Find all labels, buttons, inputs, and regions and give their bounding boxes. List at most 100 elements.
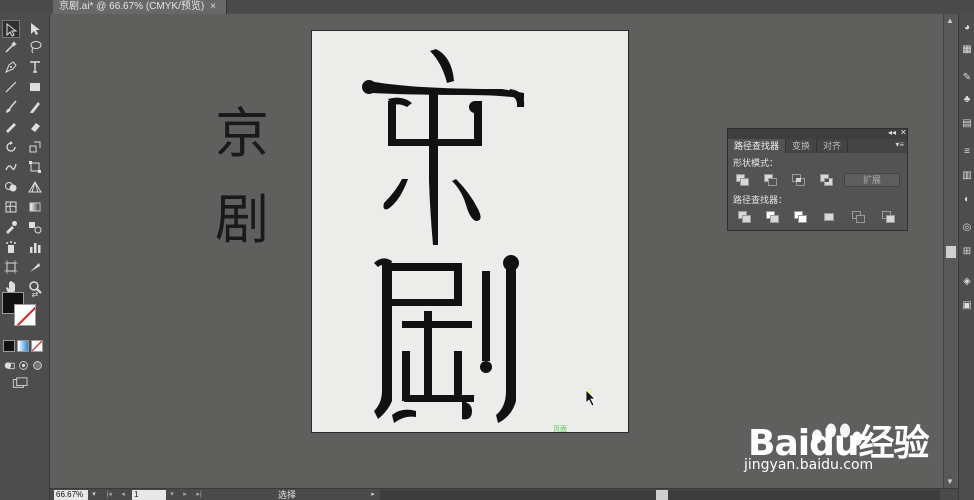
divide-button-icon[interactable]	[738, 211, 752, 223]
mesh-tool-icon[interactable]	[2, 198, 20, 216]
first-artboard-icon[interactable]: |◂	[104, 489, 114, 500]
shape-modes-label: 形状模式：	[733, 158, 779, 168]
magic-wand-tool-icon[interactable]	[2, 38, 20, 56]
tab-align[interactable]: 对齐	[817, 139, 849, 153]
pathfinders-label: 路径查找器：	[733, 195, 788, 205]
zoom-level-field[interactable]: 66.67%	[54, 490, 88, 500]
pen-tool-icon[interactable]	[2, 58, 20, 76]
tools-panel: ⇄	[0, 14, 50, 500]
tab-pathfinder[interactable]: 路径查找器	[728, 139, 787, 153]
artboard-tool-icon[interactable]	[2, 258, 20, 276]
mouse-cursor-icon	[585, 389, 596, 407]
layers-panel-icon[interactable]: ◈	[961, 276, 973, 288]
graphic-styles-panel-icon[interactable]: ▤	[961, 118, 973, 130]
gradient-panel-icon[interactable]: ▥	[961, 170, 973, 182]
stroke-color-swatch[interactable]	[14, 304, 36, 326]
minus-back-button-icon[interactable]	[882, 211, 896, 223]
color-panel-icon[interactable]: ◕	[961, 22, 973, 34]
swatches-panel-icon[interactable]: ▦	[961, 44, 973, 56]
appearance-panel-icon[interactable]: ◎	[961, 222, 973, 234]
draw-inside-icon[interactable]	[31, 358, 43, 370]
status-bar: 66.67% ▾ |◂ ◂ 1 ▾ ▸ ▸| 选择 ▸	[50, 488, 958, 500]
screen-mode-icon[interactable]	[11, 376, 31, 390]
eraser-tool-icon[interactable]	[26, 118, 44, 136]
artboard-dropdown-icon[interactable]: ▾	[167, 489, 177, 500]
free-transform-tool-icon[interactable]	[26, 158, 44, 176]
close-icon[interactable]: ×	[210, 0, 216, 14]
collapse-panel-icon[interactable]: ◂◂	[888, 128, 896, 137]
shape-builder-tool-icon[interactable]	[2, 178, 20, 196]
blend-tool-icon[interactable]	[26, 218, 44, 236]
gradient-mode-icon[interactable]	[17, 340, 29, 352]
document-tab-bar: 京剧.ai* @ 66.67% (CMYK/预览) ×	[0, 0, 974, 14]
draw-behind-icon[interactable]	[17, 358, 29, 370]
vertical-scrollbar[interactable]: ▲ ▼	[943, 14, 957, 488]
crop-button-icon[interactable]	[822, 211, 836, 223]
watermark-url: jingyan.baidu.com	[744, 457, 874, 473]
pathfinder-panel: ◂◂ ✕ 路径查找器 变换 对齐 ▾≡ 形状模式： 扩展 路径查找器：	[727, 128, 908, 231]
line-segment-tool-icon[interactable]	[2, 78, 20, 96]
panel-tabs: 路径查找器 变换 对齐	[728, 139, 907, 153]
status-text: 选择	[278, 490, 297, 500]
none-mode-icon[interactable]	[31, 340, 43, 352]
previous-artboard-icon[interactable]: ◂	[118, 489, 128, 500]
close-panel-icon[interactable]: ✕	[900, 128, 907, 137]
tab-transform[interactable]: 变换	[786, 139, 818, 153]
transparency-panel-icon[interactable]: ◐	[961, 194, 973, 206]
next-artboard-icon[interactable]: ▸	[180, 489, 190, 500]
slice-tool-icon[interactable]	[26, 258, 44, 276]
column-graph-tool-icon[interactable]	[26, 238, 44, 256]
selection-tool-icon[interactable]	[2, 20, 20, 38]
paintbrush-tool-icon[interactable]	[2, 98, 20, 116]
merge-button-icon[interactable]	[794, 211, 808, 223]
minus-front-button-icon[interactable]	[764, 174, 778, 186]
unite-button-icon[interactable]	[736, 174, 750, 186]
horizontal-scrollbar[interactable]	[380, 490, 940, 500]
intersect-button-icon[interactable]	[792, 174, 806, 186]
horizontal-scroll-thumb[interactable]	[656, 490, 668, 500]
reference-char-jing: 京	[215, 102, 269, 165]
zoom-dropdown-icon[interactable]: ▾	[89, 490, 99, 500]
gradient-tool-icon[interactable]	[26, 198, 44, 216]
rectangle-tool-icon[interactable]	[26, 78, 44, 96]
color-mode-icon[interactable]	[3, 340, 15, 352]
panel-titlebar[interactable]: ◂◂ ✕	[728, 128, 907, 139]
illustrator-window: 京剧.ai* @ 66.67% (CMYK/预览) × ⇄ 京 剧 页面 ◂◂ …	[0, 0, 974, 500]
scroll-down-icon[interactable]: ▼	[946, 477, 954, 486]
panel-menu-icon[interactable]: ▾≡	[895, 140, 904, 149]
exclude-button-icon[interactable]	[820, 174, 834, 186]
type-tool-icon[interactable]	[26, 58, 44, 76]
right-panel-dock: ◕ ▦ ✎ ♣ ▤ ≡ ▥ ◐ ◎ ⊞ ◈ ▣	[958, 14, 974, 500]
status-menu-icon[interactable]: ▸	[368, 489, 378, 500]
lasso-tool-icon[interactable]	[26, 38, 44, 56]
calligraphic-logo-artwork[interactable]	[312, 31, 630, 434]
warp-tool-icon[interactable]	[2, 158, 20, 176]
blob-brush-tool-icon[interactable]	[2, 118, 20, 136]
artboard-number-field[interactable]: 1	[132, 490, 166, 500]
trim-button-icon[interactable]	[766, 211, 780, 223]
symbols-panel-icon[interactable]: ♣	[961, 94, 973, 106]
perspective-grid-tool-icon[interactable]	[26, 178, 44, 196]
vertical-scroll-thumb[interactable]	[946, 246, 956, 258]
symbol-sprayer-tool-icon[interactable]	[2, 238, 20, 256]
artboards-panel-icon[interactable]: ▣	[961, 300, 973, 312]
reference-char-ju: 剧	[215, 188, 269, 251]
align-panel-icon[interactable]: ⊞	[961, 246, 973, 258]
artboard[interactable]	[311, 30, 629, 433]
scroll-up-icon[interactable]: ▲	[946, 16, 954, 25]
outline-button-icon[interactable]	[852, 211, 866, 223]
swap-fill-stroke-icon[interactable]: ⇄	[30, 290, 40, 300]
expand-button[interactable]: 扩展	[844, 173, 900, 187]
stroke-panel-icon[interactable]: ≡	[961, 146, 973, 158]
eyedropper-tool-icon[interactable]	[2, 218, 20, 236]
brushes-panel-icon[interactable]: ✎	[961, 72, 973, 84]
last-artboard-icon[interactable]: ▸|	[194, 489, 204, 500]
rotate-tool-icon[interactable]	[2, 138, 20, 156]
direct-selection-tool-icon[interactable]	[26, 20, 44, 38]
scale-tool-icon[interactable]	[26, 138, 44, 156]
draw-normal-icon[interactable]	[3, 358, 15, 370]
artboard-label: 页面	[553, 426, 567, 433]
document-tab-title: 京剧.ai* @ 66.67% (CMYK/预览)	[59, 1, 205, 12]
pencil-tool-icon[interactable]	[26, 98, 44, 116]
document-tab[interactable]: 京剧.ai* @ 66.67% (CMYK/预览) ×	[53, 0, 228, 14]
